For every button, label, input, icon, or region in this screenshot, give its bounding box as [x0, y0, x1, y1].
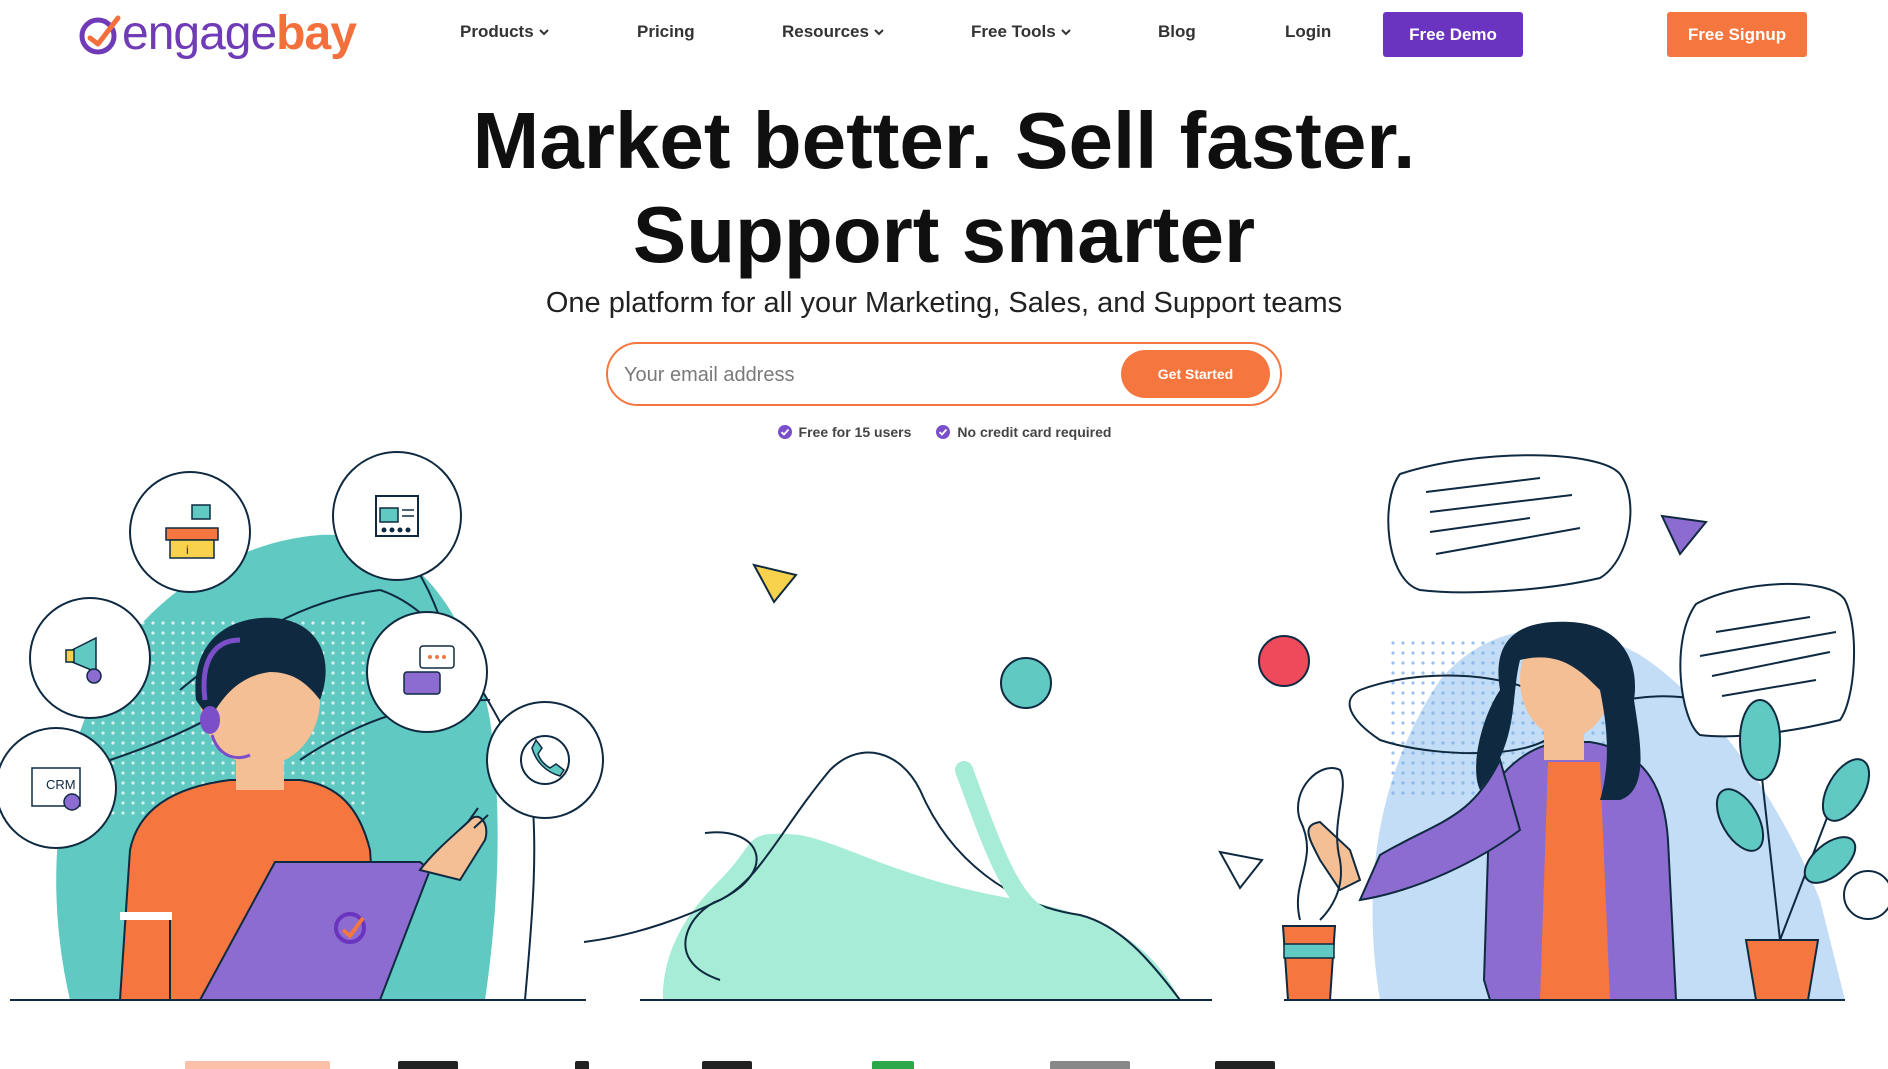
nav-label: Products — [460, 22, 534, 41]
client-logo — [702, 1061, 752, 1069]
woman-scene — [1281, 454, 1888, 1001]
hero-title-line2: Support smarter — [632, 190, 1256, 279]
image-gallery-icon — [332, 451, 462, 581]
perk-label: No credit card required — [957, 424, 1112, 440]
nav-label: Resources — [782, 22, 869, 41]
client-logo — [872, 1061, 914, 1069]
logo-wordmark: engagebay — [122, 7, 357, 60]
nav-item-products[interactable]: Products — [460, 22, 550, 42]
nav-item-resources[interactable]: Resources — [782, 22, 885, 42]
perk-label: Free for 15 users — [798, 424, 912, 440]
site-header: engagebay Products Pricing Resources Fre… — [0, 0, 1888, 70]
nav-item-login[interactable]: Login — [1285, 22, 1331, 42]
nav-label: Pricing — [637, 22, 695, 41]
hero-illustration: i CRM — [0, 451, 1888, 1001]
client-logo — [398, 1061, 458, 1069]
hero-subtitle: One platform for all your Marketing, Sal… — [545, 287, 1343, 319]
client-logo — [1215, 1061, 1275, 1069]
hero-title-line1: Market better. Sell faster. — [472, 96, 1416, 185]
phone-icon — [486, 701, 604, 819]
perks-row: Free for 15 users No credit card require… — [0, 424, 1888, 440]
nav-label: Free Tools — [971, 22, 1056, 41]
nav-label: Blog — [1158, 22, 1196, 41]
nav-label: Login — [1285, 22, 1332, 41]
client-logos-strip — [0, 1055, 1888, 1069]
chevron-down-icon — [874, 29, 884, 36]
nav-item-blog[interactable]: Blog — [1158, 22, 1196, 42]
crm-icon: CRM — [0, 727, 117, 849]
helpdesk-icon: i — [129, 471, 251, 593]
hero-title: Market better. Sell faster. Support smar… — [0, 94, 1888, 282]
client-logo — [185, 1061, 330, 1069]
check-circle-icon — [936, 425, 951, 439]
support-agent-scene — [56, 519, 536, 1001]
free-demo-button[interactable]: Free Demo — [1383, 12, 1523, 57]
chevron-down-icon — [1060, 29, 1071, 36]
svg-text:CRM: CRM — [46, 777, 76, 792]
free-signup-button[interactable]: Free Signup — [1667, 12, 1807, 57]
landscape-decoration — [583, 563, 1310, 1001]
svg-text:i: i — [186, 543, 189, 557]
get-started-button[interactable]: Get Started — [1121, 350, 1270, 398]
signup-form: Get Started — [606, 342, 1282, 406]
perk-item: Free for 15 users — [777, 424, 912, 440]
check-circle-icon — [777, 425, 792, 439]
email-input[interactable] — [622, 354, 1106, 396]
engagebay-logo[interactable]: engagebay — [78, 7, 357, 60]
chat-icon — [366, 611, 488, 733]
nav-item-pricing[interactable]: Pricing — [637, 22, 695, 42]
chevron-down-icon — [538, 29, 549, 36]
perk-item: No credit card required — [935, 424, 1111, 440]
megaphone-icon — [29, 597, 151, 719]
client-logo — [575, 1061, 589, 1069]
client-logo — [1050, 1061, 1130, 1069]
nav-item-free-tools[interactable]: Free Tools — [971, 22, 1072, 42]
logo-mark-icon — [79, 15, 121, 55]
